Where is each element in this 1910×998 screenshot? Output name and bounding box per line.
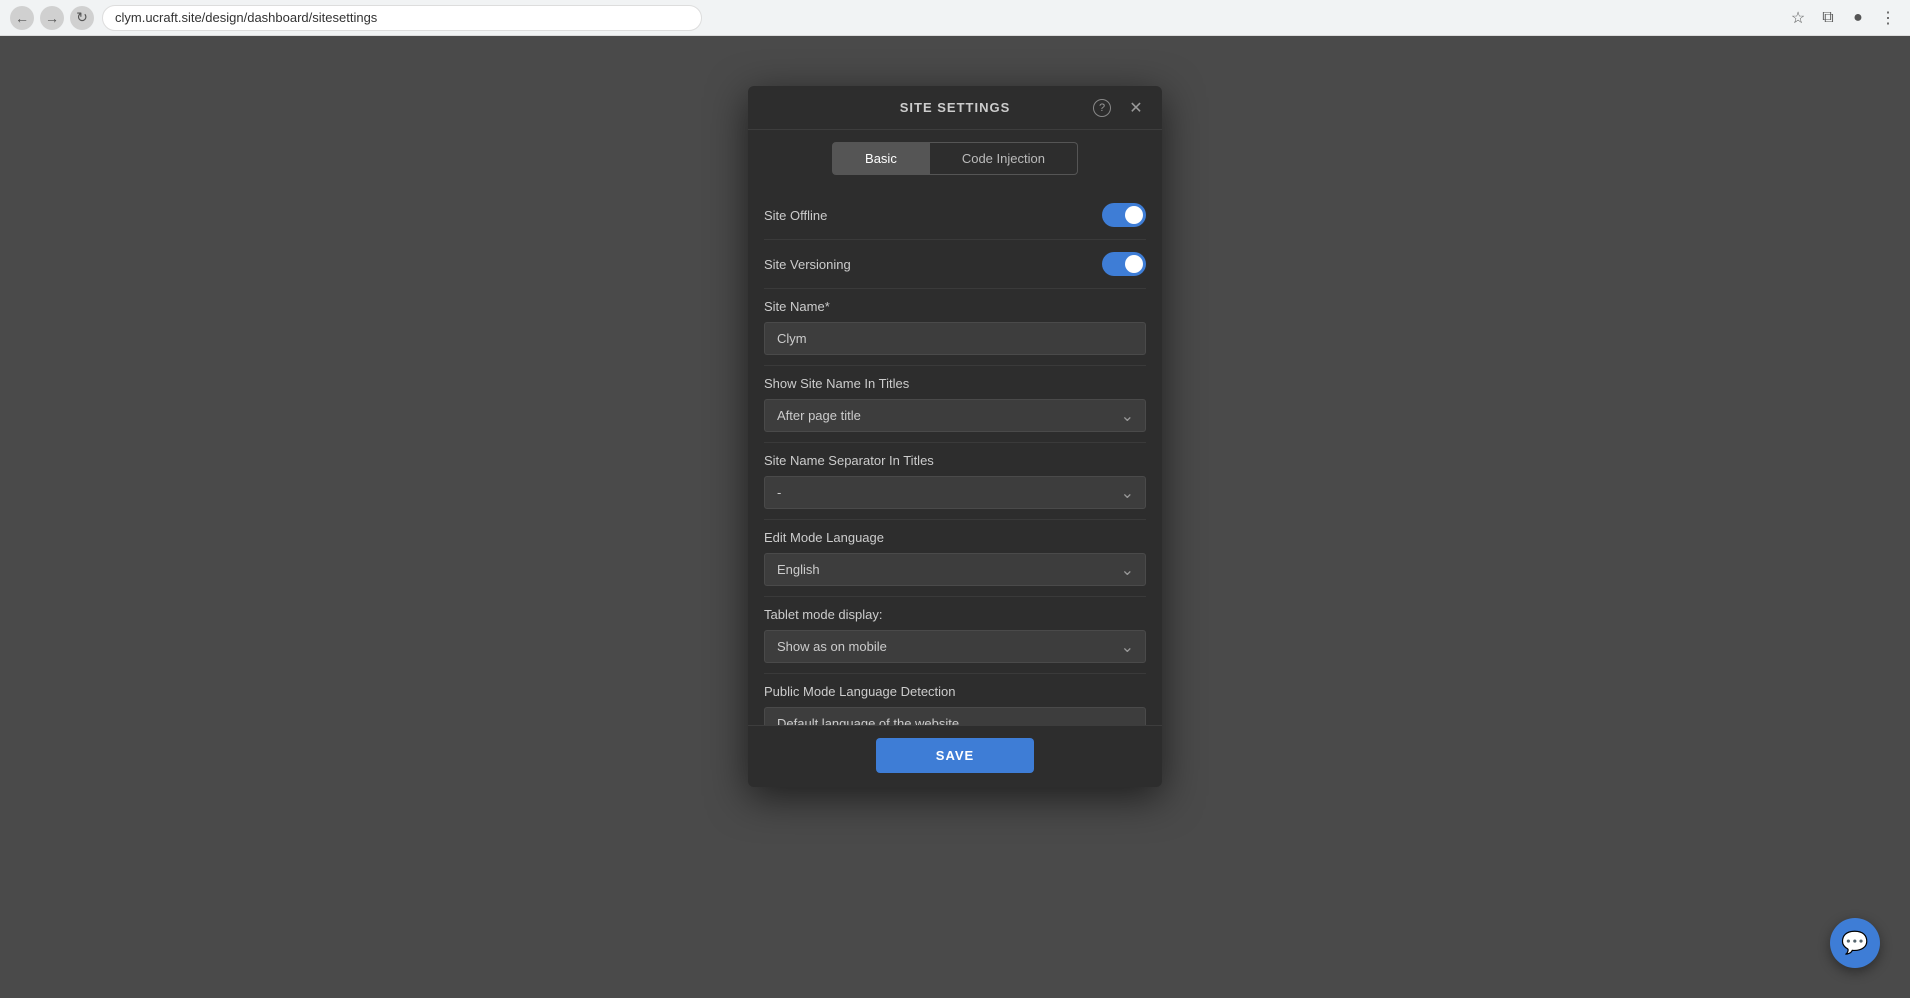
- help-icon: ?: [1093, 99, 1111, 117]
- site-versioning-toggle[interactable]: [1102, 252, 1146, 276]
- chat-icon: 💬: [1841, 930, 1868, 956]
- extensions-icon[interactable]: ⧉: [1816, 6, 1840, 30]
- edit-mode-language-select[interactable]: English Spanish French: [764, 553, 1146, 586]
- site-versioning-label: Site Versioning: [764, 257, 851, 272]
- edit-mode-language-group: Edit Mode Language English Spanish Frenc…: [764, 520, 1146, 597]
- browser-nav-controls: ← → ↻: [10, 6, 94, 30]
- tablet-mode-display-group: Tablet mode display: Show as on mobile S…: [764, 597, 1146, 674]
- site-offline-toggle[interactable]: [1102, 203, 1146, 227]
- modal-footer: SAVE: [748, 725, 1162, 787]
- site-versioning-slider: [1102, 252, 1146, 276]
- show-site-name-group: Show Site Name In Titles After page titl…: [764, 366, 1146, 443]
- edit-mode-language-select-wrapper: English Spanish French: [764, 553, 1146, 586]
- site-name-separator-group: Site Name Separator In Titles - | · —: [764, 443, 1146, 520]
- public-mode-language-select[interactable]: Default language of the website Browser …: [764, 707, 1146, 725]
- save-button[interactable]: SAVE: [876, 738, 1034, 773]
- site-settings-modal: SITE SETTINGS ? ✕ Basic Code Injection S…: [748, 86, 1162, 787]
- close-icon: ✕: [1129, 98, 1142, 118]
- show-site-name-label: Show Site Name In Titles: [764, 376, 1146, 391]
- show-site-name-select[interactable]: After page title Before page title Do no…: [764, 399, 1146, 432]
- chat-widget[interactable]: 💬: [1830, 918, 1880, 968]
- url-text: clym.ucraft.site/design/dashboard/sitese…: [115, 10, 377, 25]
- tab-code-injection[interactable]: Code Injection: [930, 142, 1078, 175]
- modal-body: Site Offline Site Versioning Site Name*: [748, 175, 1162, 725]
- public-mode-language-select-wrapper: Default language of the website Browser …: [764, 707, 1146, 725]
- refresh-button[interactable]: ↻: [70, 6, 94, 30]
- site-name-separator-label: Site Name Separator In Titles: [764, 453, 1146, 468]
- main-area: SITE SETTINGS ? ✕ Basic Code Injection S…: [0, 36, 1910, 998]
- public-mode-language-group: Public Mode Language Detection Default l…: [764, 674, 1146, 725]
- forward-button[interactable]: →: [40, 6, 64, 30]
- site-name-group: Site Name*: [764, 289, 1146, 366]
- browser-actions: ☆ ⧉ ● ⋮: [1786, 6, 1900, 30]
- tablet-mode-display-select-wrapper: Show as on mobile Show as on desktop: [764, 630, 1146, 663]
- tablet-mode-display-label: Tablet mode display:: [764, 607, 1146, 622]
- site-name-label: Site Name*: [764, 299, 1146, 314]
- menu-icon[interactable]: ⋮: [1876, 6, 1900, 30]
- profile-icon[interactable]: ●: [1846, 6, 1870, 30]
- modal-header-actions: ? ✕: [1090, 96, 1148, 120]
- modal-title: SITE SETTINGS: [900, 100, 1011, 115]
- modal-header: SITE SETTINGS ? ✕: [748, 86, 1162, 130]
- address-bar[interactable]: clym.ucraft.site/design/dashboard/sitese…: [102, 5, 702, 31]
- site-name-input[interactable]: [764, 322, 1146, 355]
- site-offline-row: Site Offline: [764, 191, 1146, 240]
- help-button[interactable]: ?: [1090, 96, 1114, 120]
- site-versioning-row: Site Versioning: [764, 240, 1146, 289]
- site-offline-slider: [1102, 203, 1146, 227]
- bookmark-icon[interactable]: ☆: [1786, 6, 1810, 30]
- public-mode-language-label: Public Mode Language Detection: [764, 684, 1146, 699]
- tabs-container: Basic Code Injection: [748, 130, 1162, 175]
- browser-chrome: ← → ↻ clym.ucraft.site/design/dashboard/…: [0, 0, 1910, 36]
- tablet-mode-display-select[interactable]: Show as on mobile Show as on desktop: [764, 630, 1146, 663]
- show-site-name-select-wrapper: After page title Before page title Do no…: [764, 399, 1146, 432]
- tab-basic[interactable]: Basic: [832, 142, 930, 175]
- back-button[interactable]: ←: [10, 6, 34, 30]
- edit-mode-language-label: Edit Mode Language: [764, 530, 1146, 545]
- site-offline-label: Site Offline: [764, 208, 827, 223]
- site-name-separator-select-wrapper: - | · —: [764, 476, 1146, 509]
- close-button[interactable]: ✕: [1124, 96, 1148, 120]
- site-name-separator-select[interactable]: - | · —: [764, 476, 1146, 509]
